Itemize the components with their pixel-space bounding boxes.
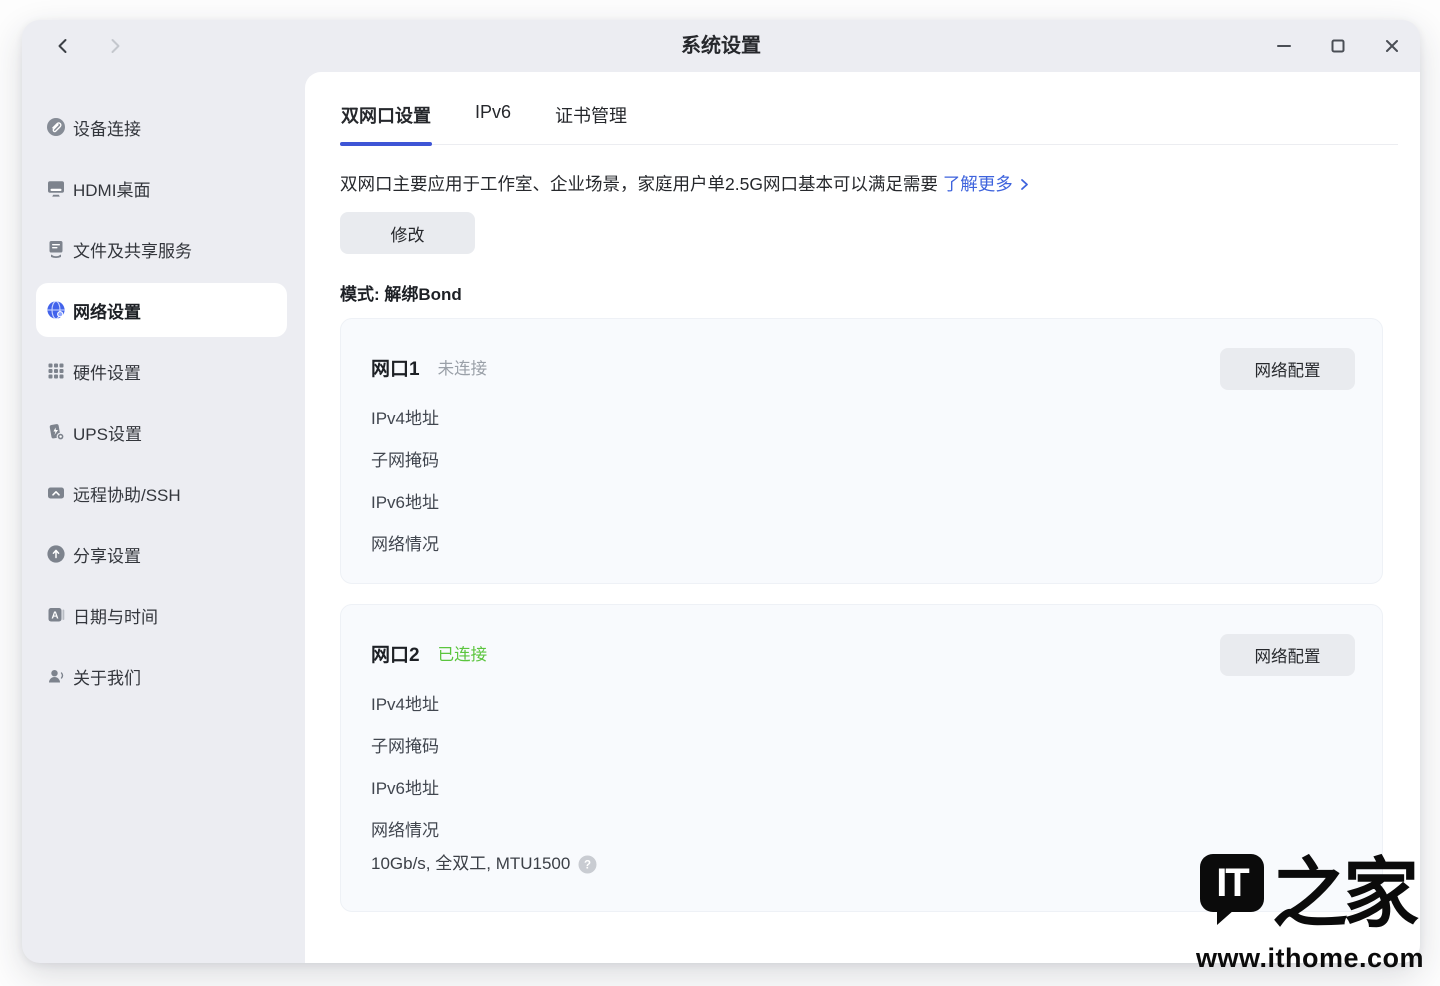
page-title: 系统设置 bbox=[22, 20, 1420, 72]
share-icon bbox=[46, 544, 66, 564]
tab-ipv6[interactable]: IPv6 bbox=[474, 102, 512, 144]
link-icon bbox=[46, 117, 66, 137]
zhijia-logo-text: 之家 bbox=[1272, 854, 1414, 934]
modify-button[interactable]: 修改 bbox=[340, 212, 475, 254]
network-detail-value: 10Gb/s, 全双工, MTU1500 bbox=[371, 853, 570, 875]
sidebar-item-label: 网络设置 bbox=[73, 298, 141, 323]
port-2-header: 网口2 已连接 bbox=[371, 632, 1355, 674]
tab-bar: 双网口设置 IPv6 证书管理 bbox=[340, 102, 1398, 145]
learn-more-link[interactable]: 了解更多 bbox=[943, 174, 1031, 194]
tab-label: 证书管理 bbox=[555, 106, 627, 126]
sidebar-item-label: 文件及共享服务 bbox=[73, 237, 192, 262]
sidebar-item-label: 关于我们 bbox=[73, 664, 141, 689]
mode-text: 模式: 解绑Bond bbox=[340, 280, 1420, 305]
port-2-status: 已连接 bbox=[438, 641, 488, 665]
svg-text:A: A bbox=[51, 611, 58, 622]
sidebar-item-label: 分享设置 bbox=[73, 542, 141, 567]
sidebar-item-about-us[interactable]: 关于我们 bbox=[36, 649, 287, 703]
nav-arrows bbox=[52, 20, 126, 72]
sidebar-item-label: UPS设置 bbox=[73, 420, 142, 445]
calendar-icon: A bbox=[46, 605, 66, 625]
help-icon[interactable]: ? bbox=[578, 855, 597, 874]
back-arrow-icon[interactable] bbox=[52, 35, 74, 57]
sidebar-item-hardware-settings[interactable]: 硬件设置 bbox=[36, 344, 287, 398]
field-label-network-status: 网络情况 bbox=[371, 534, 1355, 556]
field-label-ipv4: IPv4地址 bbox=[371, 694, 1355, 716]
sidebar-item-file-share[interactable]: 文件及共享服务 bbox=[36, 222, 287, 276]
sidebar: 设备连接 HDMI桌面 文件及共享服务 网络设置 硬件设置 bbox=[22, 72, 305, 963]
sidebar-item-label: 硬件设置 bbox=[73, 359, 141, 384]
port-1-header: 网口1 未连接 bbox=[371, 346, 1355, 388]
minimize-icon[interactable] bbox=[1272, 34, 1296, 58]
port-2-network-config-button[interactable]: 网络配置 bbox=[1220, 634, 1355, 676]
tab-label: 双网口设置 bbox=[341, 106, 431, 126]
file-share-icon bbox=[46, 239, 66, 259]
sidebar-item-label: HDMI桌面 bbox=[73, 176, 150, 201]
field-label-network-status: 网络情况 bbox=[371, 820, 1355, 842]
port-2-name: 网口2 bbox=[371, 640, 420, 667]
main-content: 双网口设置 IPv6 证书管理 双网口主要应用于工作室、企业场景，家庭用户单2.… bbox=[305, 72, 1420, 963]
chevron-right-icon bbox=[1018, 178, 1031, 191]
active-tab-underline bbox=[340, 142, 432, 146]
ithome-watermark: IT 之家 www.ithome.com bbox=[1196, 854, 1424, 974]
ithome-logo: IT 之家 bbox=[1200, 854, 1424, 934]
port-card-1: 网口1 未连接 网络配置 IPv4地址 子网掩码 IPv6地址 网络情况 bbox=[340, 318, 1383, 584]
it-logo-text: IT bbox=[1216, 861, 1248, 906]
remote-icon bbox=[46, 483, 66, 503]
sidebar-item-network-settings[interactable]: 网络设置 bbox=[36, 283, 287, 337]
field-label-ipv6: IPv6地址 bbox=[371, 492, 1355, 514]
settings-window: 系统设置 设备连接 HDMI桌面 bbox=[22, 20, 1420, 963]
tab-label: IPv6 bbox=[475, 102, 511, 122]
window-controls bbox=[1272, 20, 1404, 72]
port-1-name: 网口1 bbox=[371, 354, 420, 381]
tab-certificate-management[interactable]: 证书管理 bbox=[554, 102, 628, 144]
ups-icon bbox=[46, 422, 66, 442]
svg-text:?: ? bbox=[584, 859, 591, 871]
field-label-subnet-mask: 子网掩码 bbox=[371, 736, 1355, 758]
description-body: 双网口主要应用于工作室、企业场景，家庭用户单2.5G网口基本可以满足需要 bbox=[340, 174, 938, 194]
maximize-icon[interactable] bbox=[1326, 34, 1350, 58]
sidebar-item-remote-ssh[interactable]: 远程协助/SSH bbox=[36, 466, 287, 520]
close-icon[interactable] bbox=[1380, 34, 1404, 58]
learn-more-label: 了解更多 bbox=[943, 174, 1013, 194]
sidebar-item-hdmi-desktop[interactable]: HDMI桌面 bbox=[36, 161, 287, 215]
sidebar-item-device-connect[interactable]: 设备连接 bbox=[36, 100, 287, 154]
grid-icon bbox=[46, 361, 66, 381]
port-1-status: 未连接 bbox=[438, 355, 488, 379]
sidebar-item-label: 日期与时间 bbox=[73, 603, 158, 628]
field-label-subnet-mask: 子网掩码 bbox=[371, 450, 1355, 472]
titlebar: 系统设置 bbox=[22, 20, 1420, 72]
forward-arrow-icon[interactable] bbox=[104, 35, 126, 57]
tab-dual-port-settings[interactable]: 双网口设置 bbox=[340, 102, 432, 144]
monitor-icon bbox=[46, 178, 66, 198]
sidebar-item-label: 远程协助/SSH bbox=[73, 481, 181, 506]
field-label-ipv6: IPv6地址 bbox=[371, 778, 1355, 800]
description-text: 双网口主要应用于工作室、企业场景，家庭用户单2.5G网口基本可以满足需要 了解更… bbox=[340, 171, 1383, 196]
port-1-network-config-button[interactable]: 网络配置 bbox=[1220, 348, 1355, 390]
it-logo-bubble: IT bbox=[1200, 854, 1264, 912]
sidebar-item-date-time[interactable]: A 日期与时间 bbox=[36, 588, 287, 642]
person-icon bbox=[46, 666, 66, 686]
sidebar-item-share-settings[interactable]: 分享设置 bbox=[36, 527, 287, 581]
sidebar-item-label: 设备连接 bbox=[73, 115, 141, 140]
field-label-ipv4: IPv4地址 bbox=[371, 408, 1355, 430]
sidebar-item-ups-settings[interactable]: UPS设置 bbox=[36, 405, 287, 459]
globe-icon bbox=[46, 300, 66, 320]
ithome-url: www.ithome.com bbox=[1196, 943, 1424, 974]
